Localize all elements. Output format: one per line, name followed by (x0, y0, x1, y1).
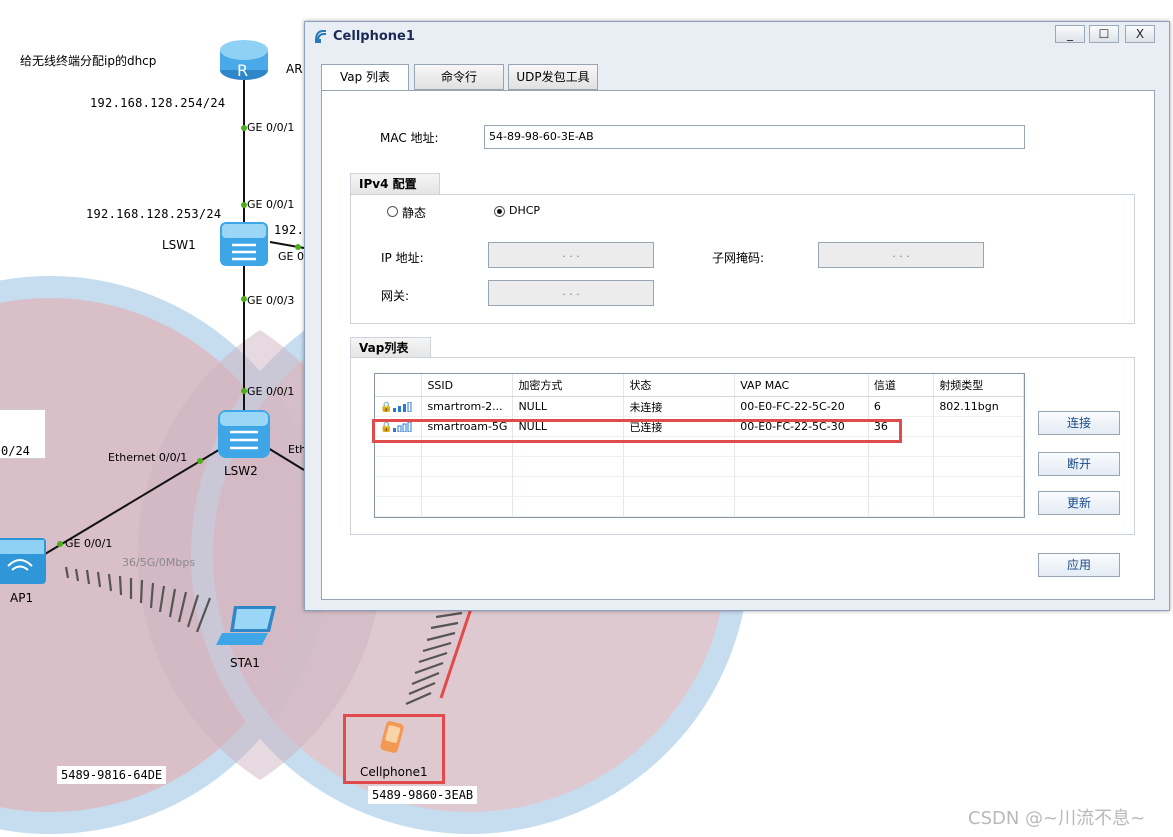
lsw2-port-left: Ethernet 0/0/1 (108, 451, 188, 464)
ap1-name: AP1 (10, 591, 34, 605)
mac-label: MAC 地址: (380, 131, 439, 145)
cellphone-config-window: Cellphone1 _ ☐ X Vap 列表 命令行 UDP发包工具 MAC … (304, 21, 1170, 611)
app-icon (315, 30, 326, 43)
csdn-watermark: CSDN @~川流不息~ (968, 808, 1146, 829)
ap1-icon[interactable] (0, 538, 46, 584)
row-radio-type (933, 416, 1024, 437)
col-icon (375, 374, 423, 397)
dhcp-radio[interactable] (494, 206, 505, 217)
disconnect-button[interactable]: 断开 (1038, 452, 1120, 476)
cellphone-highlight (343, 714, 445, 784)
signal-strength-icon (393, 402, 412, 412)
window-title: Cellphone1 (333, 29, 415, 44)
col-status[interactable]: 状态 (623, 374, 736, 397)
router-name: AR (286, 62, 303, 76)
static-radio[interactable] (387, 206, 398, 217)
connected-row-highlight (372, 419, 902, 443)
static-label: 静态 (402, 206, 427, 220)
row-vap-mac: 00-E0-FC-22-5C-20 (734, 396, 869, 417)
gateway-label: 网关: (381, 289, 410, 303)
vap-table: SSID 加密方式 状态 VAP MAC 信道 射频类型 🔒 smartrom-… (374, 373, 1025, 518)
close-button[interactable]: X (1125, 25, 1155, 43)
row-encryption: NULL (512, 396, 625, 417)
mask-label: 子网掩码: (712, 251, 765, 265)
refresh-button[interactable]: 更新 (1038, 491, 1120, 515)
sta1-name: STA1 (230, 656, 260, 670)
row-ssid: smartrom-2... (421, 396, 514, 417)
tab-udp-tool[interactable]: UDP发包工具 (508, 64, 598, 90)
lsw1-name: LSW1 (162, 238, 196, 252)
col-vap-mac[interactable]: VAP MAC (734, 374, 869, 397)
ap1-port: GE 0/0/1 (65, 537, 113, 550)
ip-address-field[interactable]: . . . (488, 242, 654, 268)
mac-field[interactable]: 54-89-98-60-3E-AB (484, 125, 1025, 149)
table-row-empty (375, 496, 1024, 517)
lsw1-side-port: GE 0 (278, 250, 304, 263)
sta1-mac: 5489-9816-64DE (57, 766, 167, 784)
lsw2-switch-icon[interactable] (218, 410, 270, 458)
lock-icon: 🔒 (380, 402, 393, 413)
table-row[interactable]: 🔒 smartrom-2... NULL 未连接 00-E0-FC-22-5C-… (375, 396, 1024, 417)
window-titlebar[interactable]: Cellphone1 _ ☐ X (305, 22, 1169, 52)
ipv4-group-title: IPv4 配置 (350, 173, 440, 195)
dhcp-label: DHCP (509, 204, 541, 217)
ap1-ip-label: 0/24 (0, 409, 46, 459)
maximize-button[interactable]: ☐ (1089, 25, 1119, 43)
minimize-button[interactable]: _ (1055, 25, 1085, 43)
router-icon[interactable]: R (220, 40, 268, 80)
lsw2-name: LSW2 (224, 464, 258, 478)
connect-button[interactable]: 连接 (1038, 411, 1120, 435)
table-row-empty (375, 476, 1024, 497)
router-ip: 192.168.128.254/24 (90, 96, 226, 110)
col-radio-type[interactable]: 射频类型 (933, 374, 1024, 397)
router-port: GE 0/0/1 (247, 121, 295, 134)
row-radio-type: 802.11bgn (933, 396, 1024, 417)
table-row-empty (375, 456, 1024, 477)
ip-label: IP 地址: (381, 251, 424, 265)
tab-panel: MAC 地址: 54-89-98-60-3E-AB IPv4 配置 静态 DHC… (321, 90, 1155, 600)
col-channel[interactable]: 信道 (868, 374, 935, 397)
lsw1-port-up: GE 0/0/1 (247, 198, 295, 211)
svg-text:R: R (237, 61, 248, 80)
col-ssid[interactable]: SSID (421, 374, 514, 397)
lsw1-switch-icon[interactable] (220, 222, 268, 266)
lsw1-ip: 192.168.128.253/24 (86, 207, 222, 221)
router-note: 给无线终端分配ip的dhcp (20, 54, 157, 68)
apply-button[interactable]: 应用 (1038, 553, 1120, 577)
vap-group-title: Vap列表 (350, 337, 432, 359)
tab-vap-list[interactable]: Vap 列表 (321, 64, 409, 91)
table-header: SSID 加密方式 状态 VAP MAC 信道 射频类型 (375, 374, 1024, 397)
ap1-radio-info: 36/5G/0Mbps (122, 556, 196, 569)
ipv4-group: 静态 DHCP IP 地址: . . . 子网掩码: . . . 网关: . .… (350, 194, 1135, 324)
lsw1-port-down: GE 0/0/3 (247, 294, 295, 307)
subnet-mask-field[interactable]: . . . (818, 242, 984, 268)
lsw2-port-up: GE 0/0/1 (247, 385, 295, 398)
cellphone-mac: 5489-9860-3EAB (368, 786, 478, 804)
col-encryption[interactable]: 加密方式 (512, 374, 625, 397)
row-channel: 6 (868, 396, 935, 417)
tab-command-line[interactable]: 命令行 (414, 64, 504, 90)
gateway-field[interactable]: . . . (488, 280, 654, 306)
row-status: 未连接 (623, 396, 736, 417)
lsw1-side-ip: 192. (274, 223, 305, 237)
